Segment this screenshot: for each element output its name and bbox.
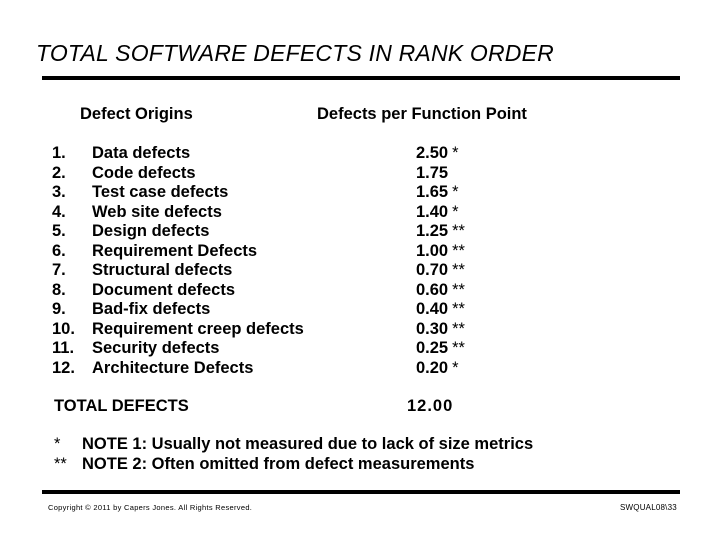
defect-value: 2.50: [416, 144, 449, 162]
defect-value: 1.25: [416, 222, 449, 240]
defect-name: Code defects: [92, 163, 196, 182]
footnote-marker: *: [54, 435, 61, 453]
defect-value: 0.20: [416, 358, 449, 377]
defect-value: 0.70: [416, 261, 449, 279]
value-item: 0.40 **: [416, 300, 465, 320]
defect-value: 0.60: [416, 280, 449, 299]
rank: 7.: [52, 261, 66, 279]
note-marker: **: [452, 339, 465, 357]
footnote-1: * NOTE 1: Usually not measured due to lac…: [54, 435, 533, 454]
note-marker: **: [452, 319, 465, 338]
title-divider: [42, 76, 680, 80]
value-item: 1.40 *: [416, 203, 465, 223]
value-item: 0.30 **: [416, 320, 465, 340]
rank: 12.: [52, 358, 75, 377]
defect-name: Requirement Defects: [92, 241, 258, 260]
rank: 11.: [52, 339, 75, 357]
defect-name: Security defects: [92, 339, 220, 357]
total-defects-label: TOTAL DEFECTS: [54, 397, 189, 415]
note-marker: **: [452, 300, 465, 318]
value-item: 1.00 **: [416, 242, 465, 262]
rank: 5.: [52, 222, 66, 240]
note-marker: **: [452, 222, 465, 240]
column-header-defects-per-fp: Defects per Function Point: [317, 105, 527, 123]
slide-id: SWQUAL08\33: [620, 503, 677, 512]
note-marker: **: [452, 241, 465, 260]
rank: 9.: [52, 300, 66, 318]
defect-value: 0.30: [416, 319, 449, 338]
rank: 3.: [52, 183, 66, 201]
defect-name: Bad-fix defects: [92, 300, 211, 318]
copyright-notice: Copyright © 2011 by Capers Jones. All Ri…: [48, 503, 253, 512]
defect-name: Architecture Defects: [92, 358, 254, 377]
rank: 1.: [52, 144, 66, 162]
rank: 10.: [52, 319, 75, 338]
column-header-defect-origins: Defect Origins: [80, 105, 193, 123]
note-marker: *: [452, 144, 459, 162]
slide-title: TOTAL SOFTWARE DEFECTS IN RANK ORDER: [36, 40, 554, 66]
value-item: 0.20 *: [416, 359, 465, 379]
note-marker: *: [452, 358, 459, 377]
defect-value: 1.40: [416, 202, 449, 221]
footnote-text: NOTE 1: Usually not measured due to lack…: [82, 435, 534, 453]
defect-value: 1.65: [416, 183, 449, 201]
footnote-marker: **: [54, 455, 67, 473]
rank: 4.: [52, 202, 66, 221]
defect-name: Structural defects: [92, 261, 233, 279]
rank: 2.: [52, 163, 66, 182]
note-marker: **: [452, 261, 465, 279]
value-item: 0.60 **: [416, 281, 465, 301]
rank: 6.: [52, 241, 66, 260]
note-marker: *: [452, 202, 459, 221]
defect-name: Design defects: [92, 222, 210, 240]
defect-name: Data defects: [92, 144, 191, 162]
value-item: 0.25 **: [416, 339, 465, 359]
total-defects-value: 12.00: [407, 397, 454, 415]
value-item: 2.50 *: [416, 144, 465, 164]
value-item: 1.65 *: [416, 183, 465, 203]
defect-value: 0.40: [416, 300, 449, 318]
value-item: 1.25 **: [416, 222, 465, 242]
defect-value: 0.25: [416, 339, 449, 357]
footer-divider: [42, 490, 680, 494]
defect-name: Document defects: [92, 280, 236, 299]
footnote-text: NOTE 2: Often omitted from defect measur…: [82, 455, 475, 473]
value-item: 0.70 **: [416, 261, 465, 281]
note-marker: **: [452, 280, 465, 299]
note-marker: *: [452, 183, 459, 201]
footnote-2: ** NOTE 2: Often omitted from defect meas…: [54, 455, 474, 474]
defect-name: Requirement creep defects: [92, 319, 304, 338]
rank: 8.: [52, 280, 66, 299]
defect-value: 1.75: [416, 163, 449, 182]
defect-name: Test case defects: [92, 183, 229, 201]
defect-name: Web site defects: [92, 202, 222, 221]
value-item: 1.75: [416, 164, 465, 184]
defect-value: 1.00: [416, 241, 449, 260]
defects-per-fp-list: 2.50 * 1.75 1.65 * 1.40 * 1.25 ** 1.00 ** 0.7…: [416, 144, 465, 378]
